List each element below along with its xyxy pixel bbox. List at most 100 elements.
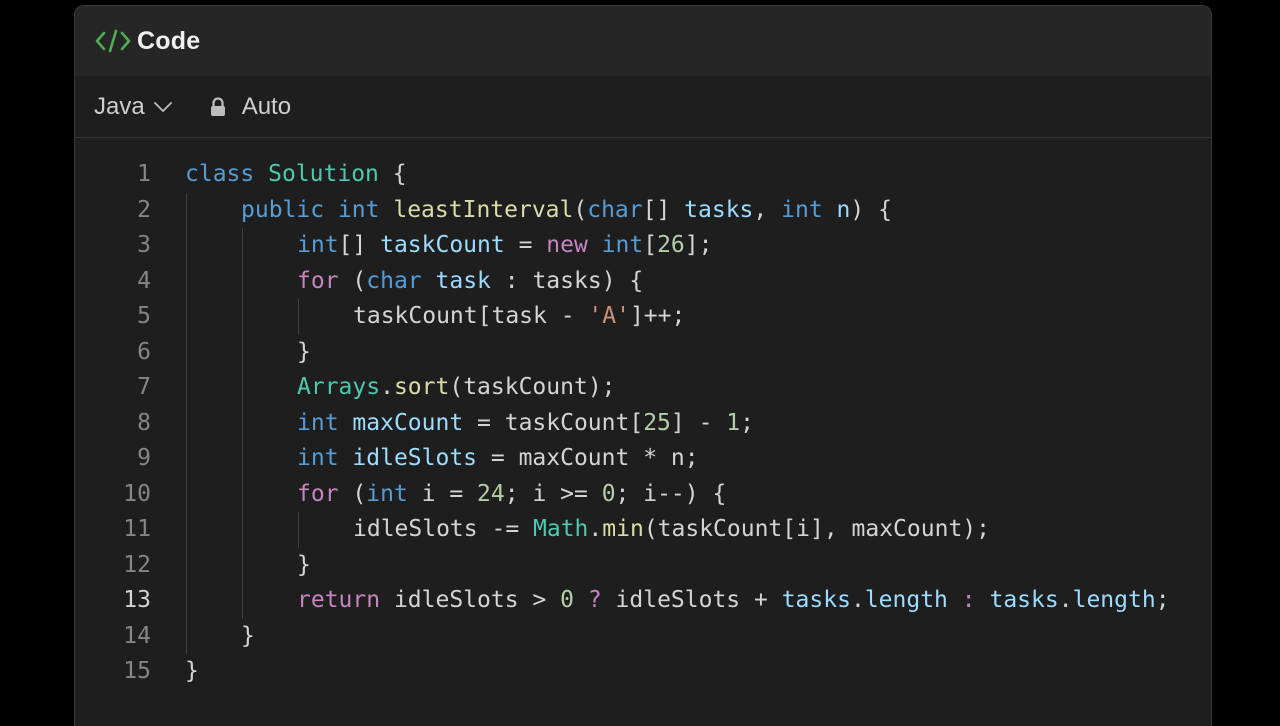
code-token: 'A'	[588, 303, 630, 329]
code-token: sort	[393, 374, 450, 400]
code-text: }	[297, 548, 311, 584]
code-line[interactable]: 14}	[75, 619, 1211, 655]
code-text: class Solution {	[185, 157, 407, 193]
code-token: ) {	[601, 267, 644, 294]
code-line[interactable]: 9 int idleSlots = maxCount * n;	[75, 441, 1211, 477]
code-text: idleSlots -= Math.min(taskCount[i], maxC…	[353, 512, 990, 548]
code-token: .	[588, 516, 603, 542]
code-token: tasks	[989, 587, 1059, 613]
code-line[interactable]: 11 idleSlots -= Math.min(taskCount[i], ma…	[75, 512, 1211, 548]
line-number: 9	[137, 445, 151, 471]
code-line[interactable]: 10 for (int i = 24; i >= 0; i--) {	[75, 477, 1211, 513]
code-token: n	[836, 196, 851, 223]
code-token: tasks	[781, 587, 851, 613]
code-token: length	[1072, 587, 1156, 613]
code-token: Math	[533, 516, 589, 542]
code-line[interactable]: 3 int[] taskCount = new int[26];	[75, 228, 1211, 264]
code-token: =	[504, 232, 547, 258]
code-token: for	[297, 267, 339, 294]
code-token: 0	[560, 587, 574, 613]
language-label: Java	[94, 92, 145, 120]
auto-mode-indicator: Auto	[209, 93, 291, 121]
code-token: ; i >=	[504, 480, 602, 507]
code-token: int	[366, 480, 408, 507]
code-token: length	[864, 587, 948, 613]
code-token: }	[297, 338, 311, 365]
code-line[interactable]: 12}	[75, 548, 1211, 584]
code-token: .	[1058, 587, 1073, 613]
panel-header: Code	[75, 6, 1211, 76]
code-token: = taskCount[	[463, 409, 644, 436]
code-panel: Code Java Auto 1 class Solution {2 public …	[74, 5, 1212, 726]
line-number: 5	[137, 303, 151, 329]
code-token: taskCount	[380, 232, 505, 258]
code-line[interactable]: 1 class Solution {	[75, 157, 1211, 193]
code-line[interactable]: 4 for (char task : tasks) {	[75, 264, 1211, 300]
code-token: ;	[740, 409, 755, 436]
code-line[interactable]: 7 Arrays.sort(taskCount);	[75, 370, 1211, 406]
auto-mode-label: Auto	[241, 92, 292, 120]
code-editor[interactable]: 1 class Solution {2 public int leastInterv…	[75, 157, 1211, 690]
code-token: ) {	[850, 196, 892, 223]
code-token: Arrays	[297, 374, 381, 400]
code-token: []	[338, 232, 381, 258]
code-text: for (int i = 24; i >= 0; i--) {	[297, 477, 726, 513]
code-token: return	[297, 587, 381, 613]
code-token: ] -	[670, 409, 727, 436]
code-text: }	[297, 335, 311, 371]
code-token: ;	[1155, 587, 1170, 613]
code-token: ; i--) {	[615, 480, 727, 507]
language-select[interactable]: Java	[94, 93, 173, 121]
code-line[interactable]: 2 public int leastInterval(char[] tasks, …	[75, 193, 1211, 229]
code-token: }	[185, 658, 199, 684]
line-number: 6	[137, 338, 151, 365]
code-token: int	[781, 196, 823, 223]
code-token: leastInterval	[393, 196, 574, 223]
code-line[interactable]: 6}	[75, 335, 1211, 371]
code-line[interactable]: 13 return idleSlots > 0 ? idleSlots + tas…	[75, 583, 1211, 619]
code-token: 24	[477, 480, 505, 507]
code-token: idleSlots	[352, 445, 478, 471]
code-token: (	[573, 196, 588, 223]
code-token: .	[380, 374, 394, 400]
code-token: char	[366, 267, 422, 294]
code-text: }	[241, 619, 255, 655]
code-token: int	[297, 409, 339, 436]
code-token: char	[587, 196, 643, 223]
code-text: int maxCount = taskCount[25] - 1;	[297, 406, 754, 442]
line-number: 14	[123, 622, 151, 649]
code-token: class	[185, 161, 255, 187]
code-token: :	[961, 587, 976, 613]
code-token: min	[602, 516, 644, 542]
code-token: (taskCount[i], maxCount);	[643, 516, 990, 542]
code-text: int idleSlots = maxCount * n;	[297, 441, 699, 477]
code-text: for (char task : tasks) {	[297, 264, 643, 300]
code-token: 0	[601, 480, 616, 507]
line-number: 8	[137, 409, 151, 436]
code-line[interactable]: 5 taskCount[task - 'A']++;	[75, 299, 1211, 335]
code-text: taskCount[task - 'A']++;	[353, 299, 685, 335]
code-token: taskCount[task -	[353, 303, 589, 329]
indent-guide	[298, 299, 299, 335]
code-token: new	[546, 232, 588, 258]
code-token: ];	[684, 232, 713, 258]
code-token: int	[297, 445, 339, 471]
code-text: int[] taskCount = new int[26];	[297, 228, 712, 264]
code-token: Solution	[268, 161, 379, 187]
code-token: ]++;	[629, 303, 686, 329]
line-number: 4	[137, 267, 151, 294]
code-token: 25	[643, 409, 671, 436]
code-token: (	[338, 267, 367, 294]
code-token: ,	[753, 196, 782, 223]
code-line[interactable]: 15}	[75, 654, 1211, 690]
code-line[interactable]: 8 int maxCount = taskCount[25] - 1;	[75, 406, 1211, 442]
code-token: int	[297, 232, 339, 258]
indent-guide	[186, 192, 187, 654]
code-token: }	[297, 551, 311, 578]
